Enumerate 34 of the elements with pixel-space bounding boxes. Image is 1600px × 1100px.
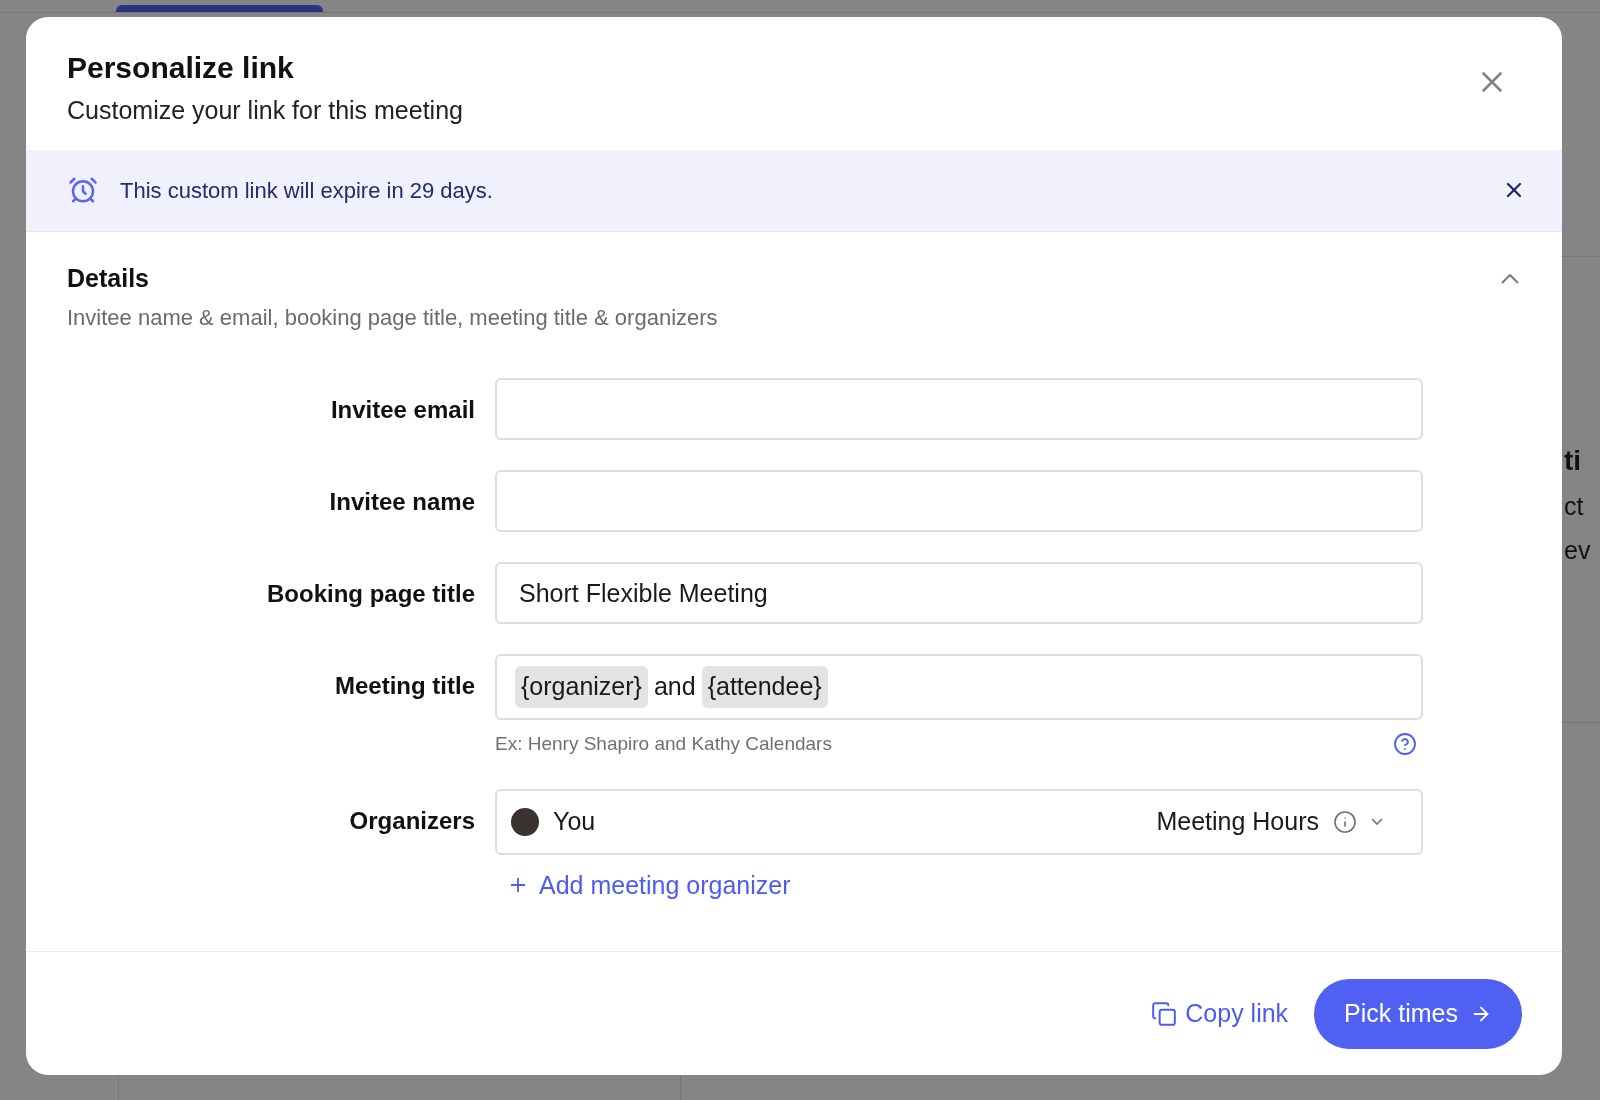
alarm-clock-icon [68, 175, 98, 205]
section-subtitle: Invitee name & email, booking page title, meeting title & organizers [67, 304, 718, 332]
field-text: and [653, 671, 696, 703]
hours-label: Meeting Hours [1156, 805, 1319, 837]
dialog-title: Personalize link [67, 50, 295, 86]
variable-token: {attendee} [701, 666, 828, 708]
info-icon[interactable] [1333, 809, 1357, 834]
background-text: ct [1564, 491, 1585, 522]
text-field[interactable] [495, 378, 1423, 440]
variable-token: {organizer} [515, 666, 648, 708]
field-label: Meeting title [334, 671, 475, 701]
text-field[interactable]: Short Flexible Meeting [495, 562, 1423, 624]
chevron-up-icon [1501, 273, 1519, 284]
chevron-down-icon [1371, 818, 1383, 825]
help-icon[interactable] [1393, 732, 1417, 757]
copy-icon [1151, 1000, 1178, 1027]
field-label: Invitee email [329, 395, 475, 425]
organizer-name: You [553, 805, 597, 837]
organizer-select[interactable]: You Meeting Hours [495, 788, 1423, 855]
dialog-subtitle: Customize your link for this meeting [67, 95, 463, 126]
banner-text: This custom link will expire in 29 days. [120, 176, 494, 205]
meeting-title-field[interactable]: {organizer} and {attendee} [495, 654, 1423, 720]
field-hint: Ex: Henry Shapiro and Kathy Calendars [495, 732, 832, 756]
field-label: Booking page title [266, 579, 475, 609]
section-title: Details [67, 262, 150, 294]
field-label: Invitee name [328, 487, 475, 517]
field-label: Organizers [348, 805, 475, 836]
avatar-icon [511, 807, 539, 836]
add-organizer-link[interactable]: Add meeting organizer [507, 866, 791, 904]
background-text: ev [1564, 534, 1591, 566]
text-field[interactable] [495, 470, 1423, 532]
copy-link-button[interactable]: Copy link [1151, 994, 1289, 1033]
background-text: ti [1564, 444, 1583, 478]
pick-times-button[interactable]: Pick times [1314, 978, 1522, 1049]
